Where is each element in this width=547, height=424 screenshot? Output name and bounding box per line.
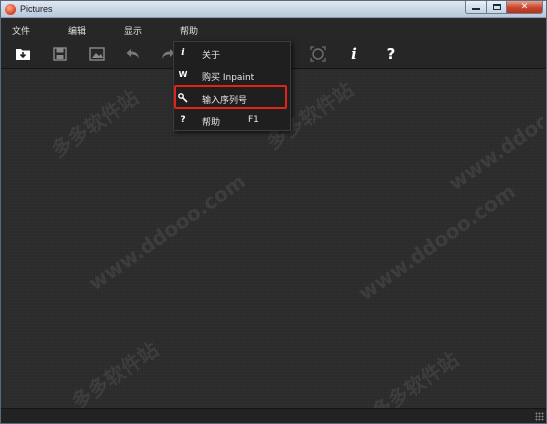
watermark: 多多软件站: [367, 347, 463, 408]
watermark: www.ddooo.com: [443, 70, 543, 196]
menu-item-shortcut: F1: [248, 115, 259, 125]
watermark: 多多软件站: [47, 85, 143, 163]
zoom-fit-button[interactable]: [309, 45, 327, 63]
help-icon: ?: [386, 45, 396, 63]
info-button[interactable]: i: [345, 45, 363, 63]
open-folder-icon: [16, 49, 30, 60]
undo-button[interactable]: [124, 45, 142, 63]
window-title: Pictures: [20, 4, 53, 14]
help-button[interactable]: ?: [382, 45, 400, 63]
watermark: 多多软件站: [67, 337, 163, 408]
export-image-button[interactable]: [88, 45, 106, 63]
maximize-icon: [492, 4, 501, 10]
close-icon: ✕: [520, 1, 529, 12]
resize-grip-icon[interactable]: [535, 412, 544, 421]
image-icon: [89, 47, 105, 61]
status-bar: [1, 408, 546, 423]
annotation-highlight-box: [174, 85, 287, 109]
menu-help[interactable]: 帮助: [180, 24, 198, 37]
menu-item-label: 帮助: [202, 118, 221, 128]
info-icon: i: [351, 45, 357, 63]
help-icon: ?: [180, 115, 186, 125]
window-controls: ✕: [465, 1, 543, 14]
open-button[interactable]: [14, 45, 32, 63]
cart-icon: W: [178, 70, 188, 79]
app-logo-icon: [5, 4, 16, 15]
menu-file[interactable]: 文件: [12, 24, 30, 37]
save-icon: [53, 47, 67, 61]
close-button[interactable]: ✕: [507, 1, 543, 14]
menu-bar: 文件 编辑 显示 帮助: [1, 19, 546, 39]
watermark: www.ddooo.com: [353, 178, 520, 306]
title-bar[interactable]: Pictures ✕: [1, 1, 546, 18]
zoom-fit-icon: [310, 46, 326, 62]
menu-edit[interactable]: 编辑: [68, 24, 86, 37]
watermark: www.ddooo.com: [83, 168, 250, 296]
menu-item-help[interactable]: ? 帮助 F1: [174, 111, 290, 130]
menu-item-label: 关于: [202, 51, 221, 61]
menu-item-buy[interactable]: W 购买 Inpaint: [174, 66, 290, 85]
minimize-icon: [472, 8, 480, 10]
app-window: Pictures ✕ 文件 编辑 显示 帮助 i ? 多多软件站 多多软件站 w…: [0, 0, 547, 424]
menu-item-about[interactable]: i 关于: [174, 44, 290, 63]
info-icon: i: [181, 48, 185, 58]
undo-icon: [126, 49, 139, 59]
maximize-button[interactable]: [487, 1, 507, 14]
menu-item-label: 购买 Inpaint: [202, 73, 255, 83]
menu-view[interactable]: 显示: [124, 24, 142, 37]
minimize-button[interactable]: [465, 1, 487, 14]
save-button[interactable]: [51, 45, 69, 63]
